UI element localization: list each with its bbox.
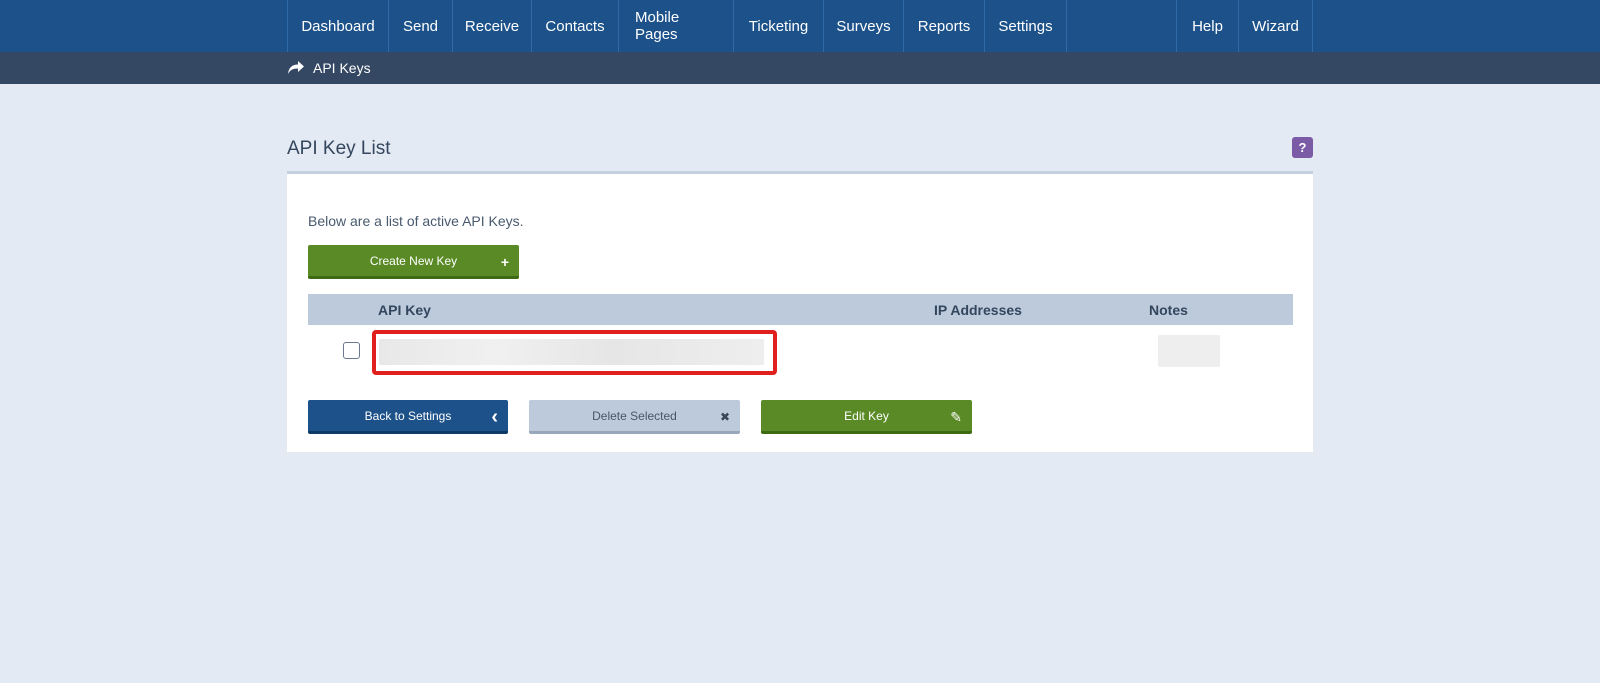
help-button[interactable]: ? — [1292, 137, 1313, 158]
nav-item-mobile-pages[interactable]: Mobile Pages — [618, 0, 733, 52]
create-new-key-button[interactable]: Create New Key + — [308, 245, 519, 279]
nav-item-reports[interactable]: Reports — [903, 0, 984, 52]
delete-selected-button[interactable]: Delete Selected ✖ — [529, 400, 740, 434]
column-header-api-key: API Key — [378, 301, 431, 318]
edit-key-button[interactable]: Edit Key ✎ — [761, 400, 972, 434]
nav-item-send[interactable]: Send — [388, 0, 452, 52]
table-header: API Key IP Addresses Notes — [308, 294, 1293, 325]
nav-item-receive[interactable]: Receive — [452, 0, 531, 52]
breadcrumb-bar: API Keys — [0, 52, 1600, 84]
edit-key-label: Edit Key — [844, 408, 889, 423]
nav-item-surveys[interactable]: Surveys — [823, 0, 903, 52]
breadcrumb-label: API Keys — [313, 60, 371, 76]
top-nav: Dashboard Send Receive Contacts Mobile P… — [0, 0, 1600, 52]
nav-item-dashboard[interactable]: Dashboard — [287, 0, 388, 52]
intro-text: Below are a list of active API Keys. — [308, 213, 524, 229]
nav-item-settings[interactable]: Settings — [984, 0, 1067, 52]
nav-item-ticketing[interactable]: Ticketing — [733, 0, 823, 52]
page-title: API Key List — [287, 138, 391, 159]
share-arrow-icon — [287, 60, 305, 76]
nav-item-contacts[interactable]: Contacts — [531, 0, 618, 52]
nav-item-help[interactable]: Help — [1176, 0, 1238, 52]
close-icon: ✖ — [719, 410, 730, 424]
breadcrumb: API Keys — [287, 52, 371, 84]
pencil-icon: ✎ — [950, 408, 962, 425]
back-to-settings-button[interactable]: Back to Settings ‹ — [308, 400, 508, 434]
column-header-notes: Notes — [1149, 301, 1188, 318]
create-new-key-label: Create New Key — [369, 253, 458, 268]
chevron-left-icon: ‹ — [491, 405, 498, 428]
column-header-ip-addresses: IP Addresses — [934, 301, 1022, 318]
notes-value-redacted — [1158, 335, 1220, 367]
table-row — [308, 325, 1293, 377]
nav-item-wizard[interactable]: Wizard — [1238, 0, 1313, 52]
api-key-highlight-box — [372, 330, 777, 375]
delete-selected-label: Delete Selected — [592, 408, 677, 423]
row-checkbox[interactable] — [343, 342, 360, 359]
api-key-panel: Below are a list of active API Keys. Cre… — [287, 174, 1313, 452]
plus-icon: + — [500, 254, 509, 270]
nav-inner: Dashboard Send Receive Contacts Mobile P… — [287, 0, 1313, 52]
back-to-settings-label: Back to Settings — [364, 408, 452, 423]
